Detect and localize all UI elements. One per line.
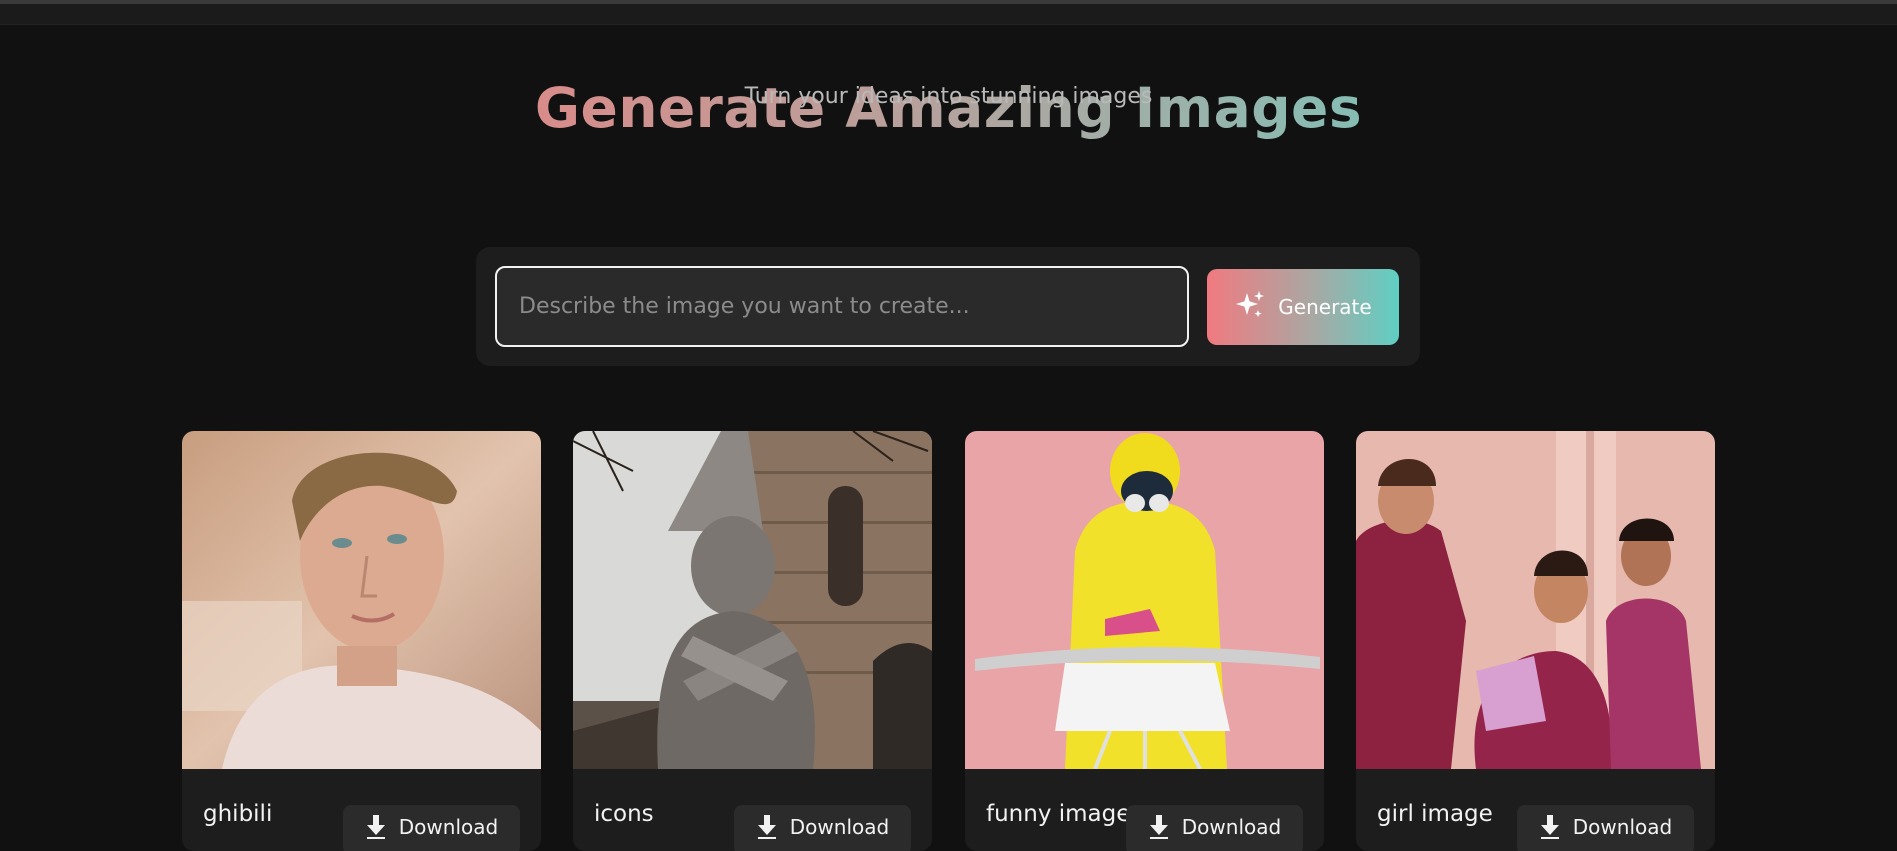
- image-caption: ghibili: [203, 801, 273, 827]
- download-icon: [756, 815, 778, 844]
- image-caption: girl image: [1377, 801, 1493, 827]
- image-card: girl image Download: [1356, 431, 1715, 851]
- download-button[interactable]: Download: [343, 805, 520, 851]
- generated-image[interactable]: [1356, 431, 1715, 769]
- image-caption: funny image: [986, 801, 1131, 827]
- download-label: Download: [789, 815, 890, 839]
- sparkles-icon: [1234, 289, 1266, 326]
- download-button[interactable]: Download: [1517, 805, 1694, 851]
- image-card: icons Download: [573, 431, 932, 851]
- generated-image[interactable]: [573, 431, 932, 769]
- download-icon: [365, 815, 387, 844]
- generate-button[interactable]: Generate: [1207, 269, 1399, 345]
- download-button[interactable]: Download: [734, 805, 911, 851]
- generate-button-label: Generate: [1278, 295, 1372, 319]
- download-label: Download: [1572, 815, 1673, 839]
- download-button[interactable]: Download: [1126, 805, 1303, 851]
- download-icon: [1148, 815, 1170, 844]
- download-icon: [1539, 815, 1561, 844]
- generated-image[interactable]: [182, 431, 541, 769]
- browser-top-bar: [0, 0, 1897, 25]
- image-caption: icons: [594, 801, 654, 827]
- image-card: ghibili Download: [182, 431, 541, 851]
- prompt-panel: Generate: [476, 247, 1420, 366]
- generated-image[interactable]: [965, 431, 1324, 769]
- prompt-input[interactable]: [495, 266, 1189, 347]
- download-label: Download: [1181, 815, 1282, 839]
- image-card: funny image Download: [965, 431, 1324, 851]
- page-subtitle: Turn your ideas into stunning images: [744, 84, 1153, 109]
- download-label: Download: [398, 815, 499, 839]
